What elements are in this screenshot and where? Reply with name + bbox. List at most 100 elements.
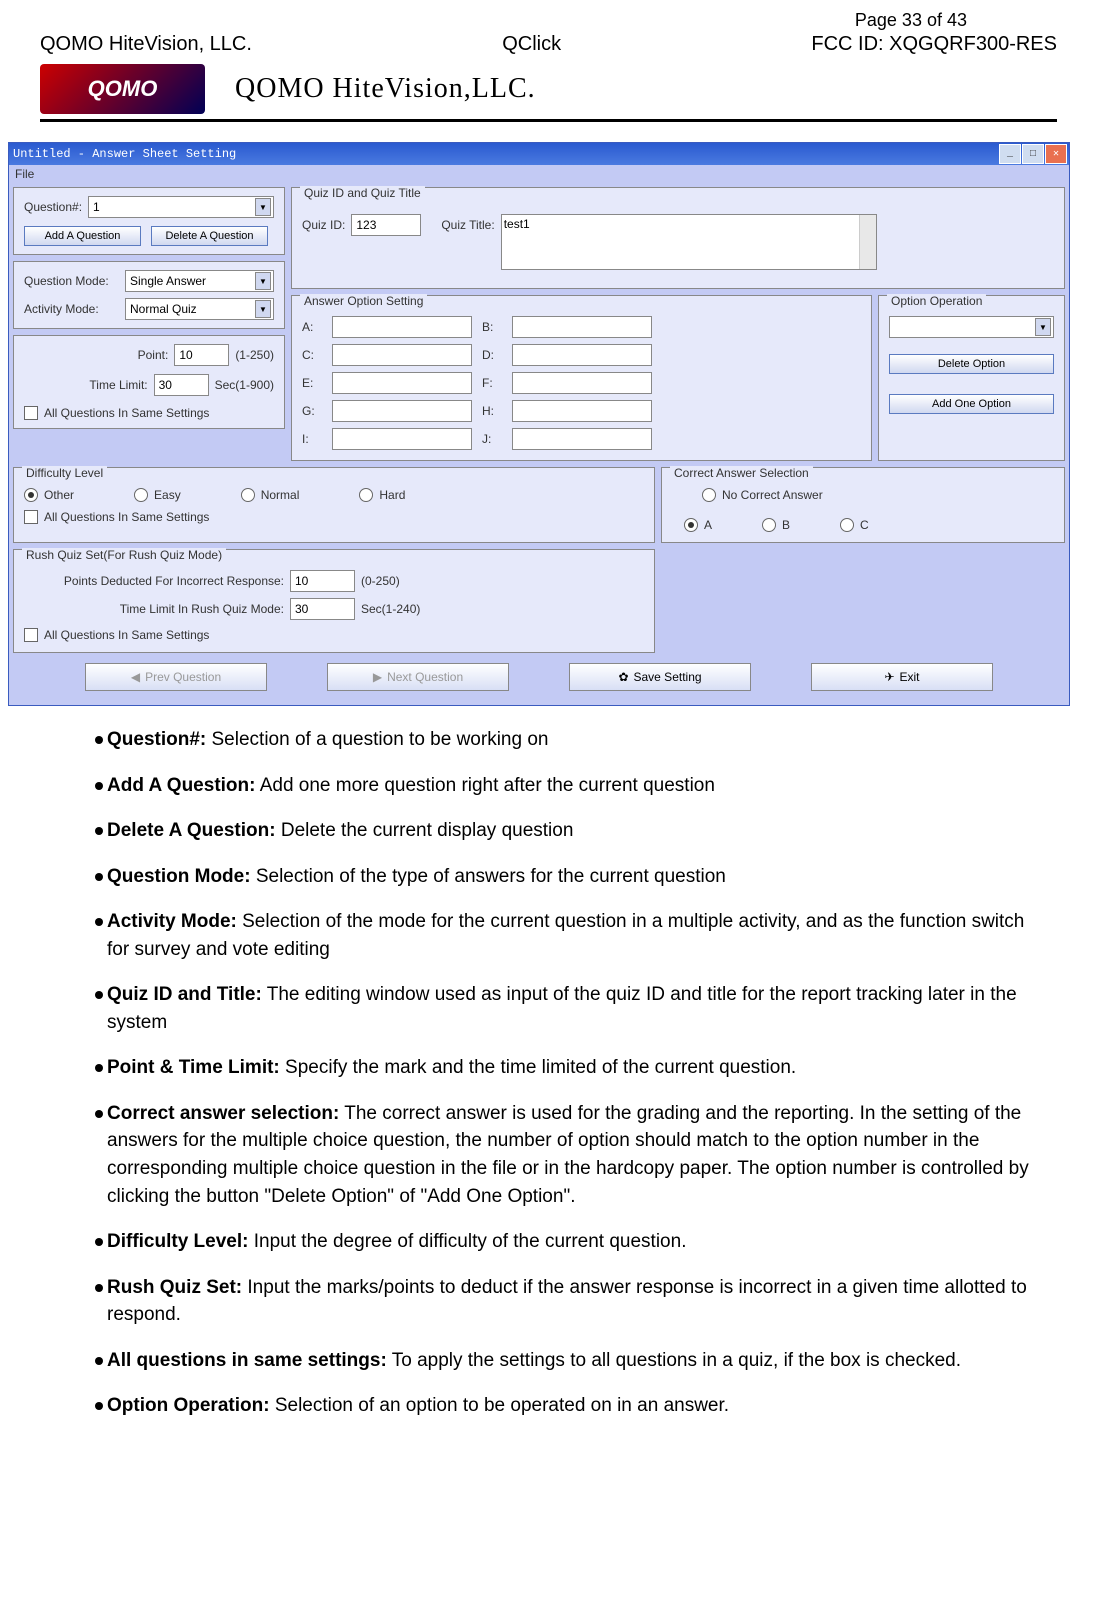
bullet-item: Quiz ID and Title: The editing window us…: [95, 981, 1037, 1036]
opt-a-input[interactable]: [332, 316, 472, 338]
radio-hard[interactable]: [359, 488, 373, 502]
close-icon[interactable]: ✕: [1045, 144, 1067, 164]
bullet-text: Point & Time Limit: Specify the mark and…: [107, 1054, 1037, 1082]
answer-option-legend: Answer Option Setting: [300, 294, 427, 308]
delete-question-button[interactable]: Delete A Question: [151, 226, 268, 246]
opt-h-input[interactable]: [512, 400, 652, 422]
page-header: Page 33 of 43 QOMO HiteVision, LLC. QCli…: [0, 0, 1097, 122]
logo-title: QOMO HiteVision,LLC.: [235, 73, 536, 105]
radio-no-correct[interactable]: [702, 488, 716, 502]
activity-mode-select[interactable]: Normal Quiz ▼: [125, 298, 274, 320]
minimize-icon[interactable]: _: [999, 144, 1021, 164]
opt-e-input[interactable]: [332, 372, 472, 394]
header-row: QOMO HiteVision, LLC. QClick FCC ID: XQG…: [40, 33, 1057, 56]
point-time-panel: Point: (1-250) Time Limit: Sec(1-900) Al…: [13, 335, 285, 429]
all-same-label-1: All Questions In Same Settings: [44, 406, 209, 420]
bullet-icon: [95, 1110, 103, 1118]
bullet-item: Rush Quiz Set: Input the marks/points to…: [95, 1274, 1037, 1329]
option-select[interactable]: ▼: [889, 316, 1054, 338]
opt-f-label: F:: [482, 376, 502, 390]
prev-question-button[interactable]: ◀Prev Question: [85, 663, 267, 691]
question-num-select[interactable]: 1 ▼: [88, 196, 274, 218]
quiz-id-fieldset: Quiz ID and Quiz Title Quiz ID: Quiz Tit…: [291, 187, 1065, 289]
all-same-checkbox-3[interactable]: [24, 628, 38, 642]
add-question-button[interactable]: Add A Question: [24, 226, 141, 246]
menu-file[interactable]: File: [15, 167, 34, 181]
exit-button[interactable]: ✈Exit: [811, 663, 993, 691]
rush-legend: Rush Quiz Set(For Rush Quiz Mode): [22, 548, 226, 562]
rush-time-input[interactable]: [290, 598, 355, 620]
activity-mode-label: Activity Mode:: [24, 302, 119, 316]
opt-g-label: G:: [302, 404, 322, 418]
next-question-button[interactable]: ▶Next Question: [327, 663, 509, 691]
option-op-legend: Option Operation: [887, 294, 986, 308]
bullet-icon: [95, 918, 103, 926]
time-limit-input[interactable]: [154, 374, 209, 396]
opt-c-input[interactable]: [332, 344, 472, 366]
bullet-item: Activity Mode: Selection of the mode for…: [95, 908, 1037, 963]
difficulty-legend: Difficulty Level: [22, 466, 107, 480]
opt-i-label: I:: [302, 432, 322, 446]
delete-option-button[interactable]: Delete Option: [889, 354, 1054, 374]
opt-g-input[interactable]: [332, 400, 472, 422]
scrollbar[interactable]: [859, 215, 876, 269]
bullet-item: Point & Time Limit: Specify the mark and…: [95, 1054, 1037, 1082]
radio-correct-c[interactable]: [840, 518, 854, 532]
bullet-item: Correct answer selection: The correct an…: [95, 1100, 1037, 1210]
bullet-icon: [95, 782, 103, 790]
opt-j-input[interactable]: [512, 428, 652, 450]
rush-points-input[interactable]: [290, 570, 355, 592]
arrow-right-icon: ▶: [373, 670, 382, 684]
chevron-down-icon: ▼: [255, 198, 271, 216]
content-bullets: Question#: Selection of a question to be…: [0, 706, 1097, 1468]
bullet-text: Rush Quiz Set: Input the marks/points to…: [107, 1274, 1037, 1329]
bullet-item: Question#: Selection of a question to be…: [95, 726, 1037, 754]
opt-b-input[interactable]: [512, 316, 652, 338]
quiz-title-label: Quiz Title:: [441, 218, 494, 232]
opt-h-label: H:: [482, 404, 502, 418]
add-option-button[interactable]: Add One Option: [889, 394, 1054, 414]
option-operation-fieldset: Option Operation ▼ Delete Option Add One…: [878, 295, 1065, 461]
page-number: Page 33 of 43: [40, 10, 1057, 31]
question-mode-select[interactable]: Single Answer ▼: [125, 270, 274, 292]
opt-f-input[interactable]: [512, 372, 652, 394]
point-input[interactable]: [174, 344, 229, 366]
all-same-checkbox-2[interactable]: [24, 510, 38, 524]
difficulty-fieldset: Difficulty Level Other Easy Normal Hard …: [13, 467, 655, 543]
radio-correct-b[interactable]: [762, 518, 776, 532]
opt-i-input[interactable]: [332, 428, 472, 450]
radio-easy[interactable]: [134, 488, 148, 502]
rush-time-range: Sec(1-240): [361, 602, 420, 616]
radio-other[interactable]: [24, 488, 38, 502]
radio-normal[interactable]: [241, 488, 255, 502]
quiz-id-input[interactable]: [351, 214, 421, 236]
quiz-title-input[interactable]: test1: [501, 214, 877, 270]
arrow-left-icon: ◀: [131, 670, 140, 684]
chevron-down-icon: ▼: [1035, 318, 1051, 336]
chevron-down-icon: ▼: [255, 272, 271, 290]
bullet-text: Add A Question: Add one more question ri…: [107, 772, 1037, 800]
menubar: File: [9, 165, 1069, 183]
bullet-icon: [95, 1238, 103, 1246]
titlebar: Untitled - Answer Sheet Setting _ □ ✕: [9, 143, 1069, 165]
quiz-id-label: Quiz ID:: [302, 218, 345, 232]
bullet-icon: [95, 1064, 103, 1072]
qomo-logo: QOMO: [40, 64, 205, 114]
save-setting-button[interactable]: ✿Save Setting: [569, 663, 751, 691]
opt-b-label: B:: [482, 320, 502, 334]
question-panel: Question#: 1 ▼ Add A Question Delete A Q…: [13, 187, 285, 255]
radio-correct-a[interactable]: [684, 518, 698, 532]
rush-points-range: (0-250): [361, 574, 400, 588]
bullet-item: Add A Question: Add one more question ri…: [95, 772, 1037, 800]
bullet-icon: [95, 1402, 103, 1410]
all-same-checkbox-1[interactable]: [24, 406, 38, 420]
bullet-text: Question#: Selection of a question to be…: [107, 726, 1037, 754]
bullet-text: All questions in same settings: To apply…: [107, 1347, 1037, 1375]
question-mode-label: Question Mode:: [24, 274, 119, 288]
opt-d-input[interactable]: [512, 344, 652, 366]
opt-d-label: D:: [482, 348, 502, 362]
product-name: QClick: [502, 33, 561, 56]
point-range: (1-250): [235, 348, 274, 362]
save-icon: ✿: [618, 670, 628, 684]
maximize-icon[interactable]: □: [1022, 144, 1044, 164]
